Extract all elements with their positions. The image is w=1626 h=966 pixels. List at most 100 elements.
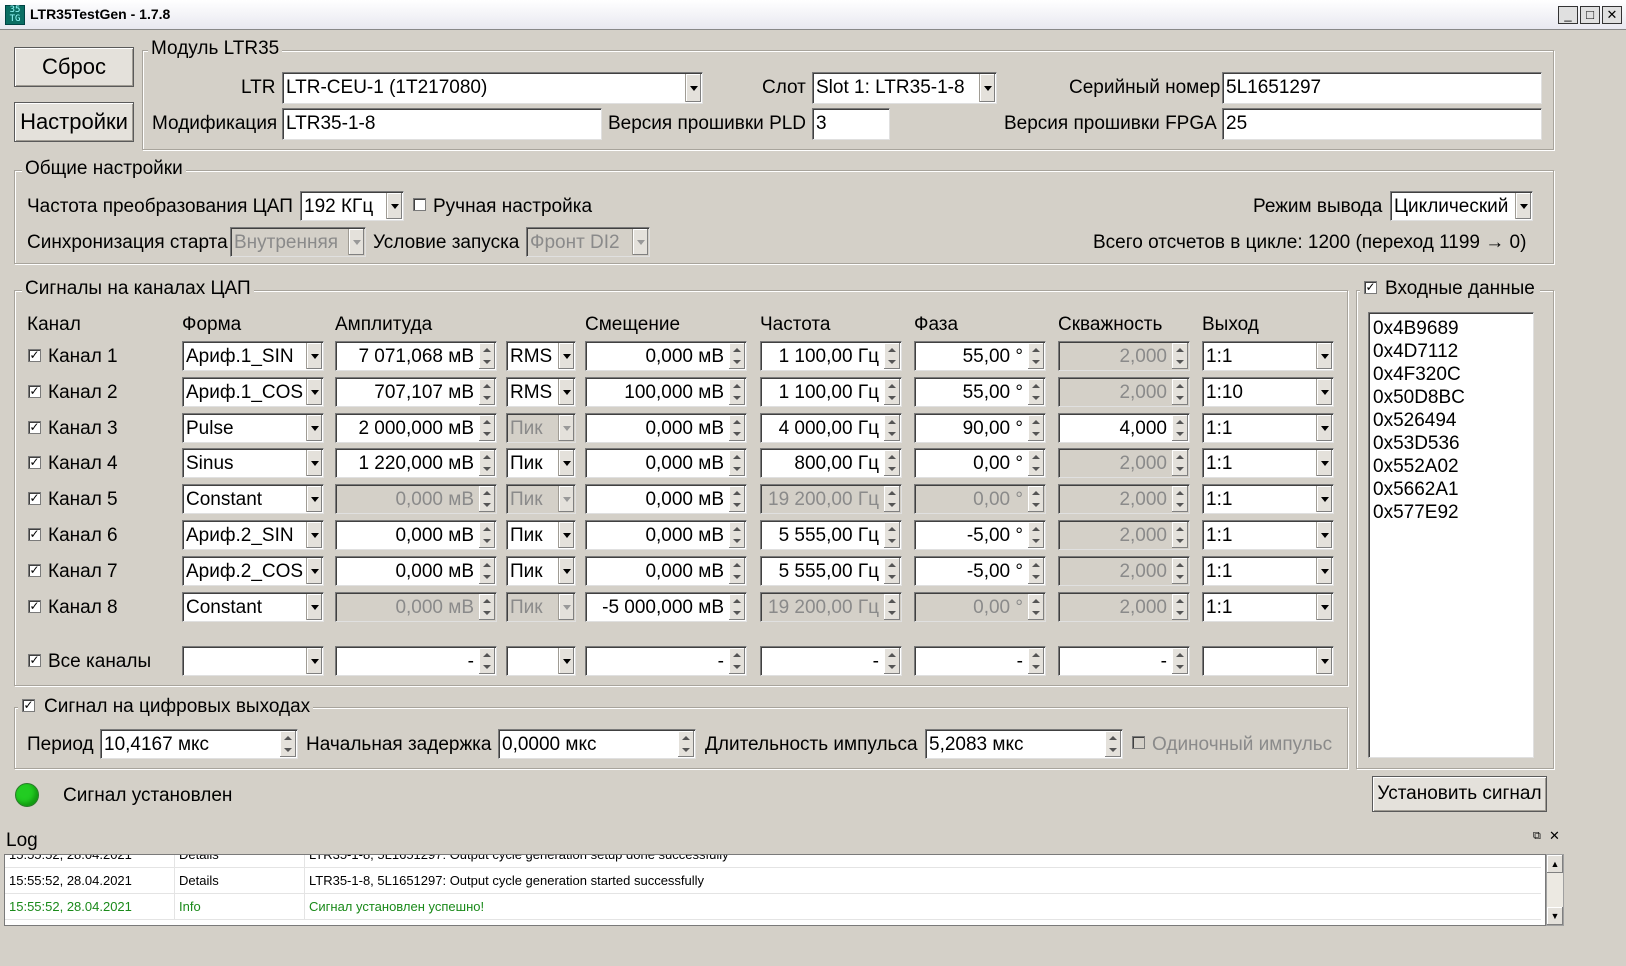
output-select[interactable]: 1:10 (1202, 376, 1334, 407)
offset-spinbox[interactable]: -5 000,000 мВ (585, 591, 747, 622)
spin-icon[interactable] (479, 522, 495, 548)
frequency-spinbox[interactable]: 1 100,00 Гц (760, 341, 902, 371)
delay-spinbox[interactable]: 0,0000 мкс (498, 729, 696, 759)
amplitude-spinbox[interactable]: 0,000 мВ (335, 591, 497, 622)
amplitude-spinbox[interactable]: 0,000 мВ (335, 555, 497, 586)
duty-spinbox[interactable]: 2,000 (1058, 341, 1190, 371)
pulse-width-spinbox[interactable]: 5,2083 мкс (925, 729, 1123, 759)
offset-spinbox[interactable]: 0,000 мВ (585, 484, 747, 515)
spin-icon[interactable] (884, 378, 900, 405)
all-amp-mode-select[interactable] (506, 646, 576, 676)
all-phase-spinbox[interactable]: - (914, 646, 1046, 676)
duty-spinbox[interactable]: 2,000 (1058, 555, 1190, 586)
phase-spinbox[interactable]: 0,00 ° (914, 591, 1046, 622)
offset-spinbox[interactable]: 0,000 мВ (585, 412, 747, 443)
spin-icon[interactable] (884, 522, 900, 548)
phase-spinbox[interactable]: 0,00 ° (914, 484, 1046, 515)
output-select[interactable]: 1:1 (1202, 520, 1334, 550)
output-select[interactable]: 1:1 (1202, 555, 1334, 586)
spin-icon[interactable] (729, 648, 745, 674)
reset-button[interactable]: Сброс (14, 47, 134, 87)
form-select[interactable]: Constant (182, 484, 324, 515)
phase-spinbox[interactable]: -5,00 ° (914, 520, 1046, 550)
close-log-icon[interactable]: ✕ (1549, 828, 1560, 844)
spin-icon[interactable] (678, 731, 694, 757)
all-channels-checkbox[interactable]: ✓ (28, 654, 41, 667)
channel-checkbox[interactable]: ✓ (28, 563, 41, 577)
spin-icon[interactable] (1172, 593, 1188, 620)
amp-mode-select[interactable]: RMS (506, 376, 576, 407)
output-select[interactable]: 1:1 (1202, 484, 1334, 515)
spin-icon[interactable] (1172, 414, 1188, 441)
spin-icon[interactable] (1172, 522, 1188, 548)
phase-spinbox[interactable]: -5,00 ° (914, 555, 1046, 586)
spin-icon[interactable] (1028, 522, 1044, 548)
spin-icon[interactable] (729, 450, 745, 477)
minimize-button[interactable]: _ (1558, 6, 1578, 24)
spin-icon[interactable] (1028, 648, 1044, 674)
spin-icon[interactable] (479, 343, 495, 369)
form-select[interactable]: Ариф.1_SIN (182, 341, 324, 371)
spin-icon[interactable] (884, 486, 900, 513)
spin-icon[interactable] (1105, 731, 1121, 757)
output-select[interactable]: 1:1 (1202, 341, 1334, 371)
duty-spinbox[interactable]: 2,000 (1058, 484, 1190, 515)
spin-icon[interactable] (884, 343, 900, 369)
dac-freq-select[interactable]: 192 КГц (300, 191, 404, 221)
form-select[interactable]: Ариф.1_COS (182, 376, 324, 407)
sync-select[interactable]: Внутренняя (230, 227, 366, 257)
spin-icon[interactable] (884, 557, 900, 584)
input-data-list[interactable]: 0x4B9689 0x4D7112 0x4F320C 0x50D8BC 0x526494… (1368, 312, 1534, 758)
spin-icon[interactable] (479, 557, 495, 584)
frequency-spinbox[interactable]: 1 100,00 Гц (760, 376, 902, 407)
duty-spinbox[interactable]: 2,000 (1058, 376, 1190, 407)
spin-icon[interactable] (1172, 557, 1188, 584)
spin-icon[interactable] (1028, 414, 1044, 441)
amplitude-spinbox[interactable]: 0,000 мВ (335, 520, 497, 550)
channel-checkbox[interactable]: ✓ (28, 528, 41, 541)
spin-icon[interactable] (479, 648, 495, 674)
channel-checkbox[interactable]: ✓ (28, 456, 41, 470)
spin-icon[interactable] (479, 378, 495, 405)
spin-icon[interactable] (729, 593, 745, 620)
spin-icon[interactable] (479, 450, 495, 477)
amplitude-spinbox[interactable]: 0,000 мВ (335, 484, 497, 515)
spin-icon[interactable] (479, 593, 495, 620)
amp-mode-select[interactable]: RMS (506, 341, 576, 371)
duty-spinbox[interactable]: 4,000 (1058, 412, 1190, 443)
period-spinbox[interactable]: 10,4167 мкс (100, 729, 298, 759)
form-select[interactable]: Ариф.2_COS (182, 555, 324, 586)
spin-icon[interactable] (729, 414, 745, 441)
scroll-up-icon[interactable]: ▲ (1547, 855, 1563, 873)
spin-icon[interactable] (1028, 593, 1044, 620)
amp-mode-select[interactable]: Пик (506, 520, 576, 550)
phase-spinbox[interactable]: 55,00 ° (914, 341, 1046, 371)
channel-checkbox[interactable]: ✓ (28, 384, 41, 398)
frequency-spinbox[interactable]: 4 000,00 Гц (760, 412, 902, 443)
spin-icon[interactable] (1172, 648, 1188, 674)
offset-spinbox[interactable]: 0,000 мВ (585, 520, 747, 550)
spin-icon[interactable] (884, 648, 900, 674)
frequency-spinbox[interactable]: 5 555,00 Гц (760, 520, 902, 550)
spin-icon[interactable] (729, 522, 745, 548)
single-pulse-checkbox[interactable] (1132, 736, 1145, 749)
set-signal-button[interactable]: Установить сигнал (1372, 776, 1547, 812)
log-row[interactable]: 15:55:52, 28.04.2021 Details LTR35-1-8, 5L… (5, 855, 1541, 868)
channel-checkbox[interactable]: ✓ (28, 599, 41, 613)
spin-icon[interactable] (479, 414, 495, 441)
manual-checkbox[interactable] (413, 198, 426, 211)
offset-spinbox[interactable]: 100,000 мВ (585, 376, 747, 407)
slot-select[interactable]: Slot 1: LTR35-1-8 (812, 72, 997, 104)
all-duty-spinbox[interactable]: - (1058, 646, 1190, 676)
spin-icon[interactable] (1028, 557, 1044, 584)
pld-field[interactable]: 3 (812, 108, 890, 140)
offset-spinbox[interactable]: 0,000 мВ (585, 448, 747, 479)
spin-icon[interactable] (729, 486, 745, 513)
mode-select[interactable]: Циклический (1390, 191, 1533, 221)
log-list[interactable]: 15:55:52, 28.04.2021 Details LTR35-1-8, 5L… (4, 854, 1546, 926)
offset-spinbox[interactable]: 0,000 мВ (585, 341, 747, 371)
modification-field[interactable]: LTR35-1-8 (282, 108, 602, 140)
amplitude-spinbox[interactable]: 707,107 мВ (335, 376, 497, 407)
ltr-select[interactable]: LTR-CEU-1 (1T217080) (282, 72, 703, 104)
spin-icon[interactable] (1028, 486, 1044, 513)
